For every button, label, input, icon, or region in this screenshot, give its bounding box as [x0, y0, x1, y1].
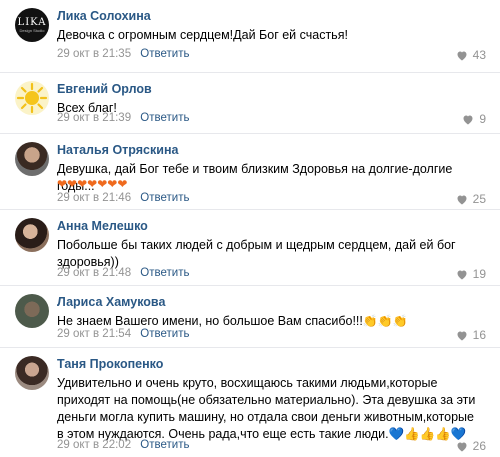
comment-time[interactable]: 29 окт в 22:02: [57, 439, 131, 451]
emoji-row: ❤❤❤❤❤❤❤: [57, 177, 127, 191]
heart-icon: [457, 331, 467, 340]
comment-time[interactable]: 29 окт в 21:46: [57, 192, 131, 204]
orange-heart-emojis: ❤❤❤❤❤❤❤: [57, 177, 128, 191]
reply-button[interactable]: Ответить: [140, 112, 189, 124]
like-count: 26: [472, 439, 486, 453]
comment-text: Побольше бы таких людей с добрым и щедры…: [57, 238, 456, 269]
comment-time[interactable]: 29 окт в 21:48: [57, 267, 131, 279]
comment-author[interactable]: Анна Мелешко: [57, 219, 148, 233]
comment-item: Наталья Отряскина Девушка, дай Бог тебе …: [0, 134, 500, 210]
like-button[interactable]: 43: [456, 48, 486, 62]
comment-meta: 29 окт в 21:54 Ответить: [57, 328, 189, 340]
comment-author[interactable]: Лика Солохина: [57, 9, 151, 23]
avatar[interactable]: [15, 218, 49, 252]
comment-meta: 29 окт в 21:35 Ответить: [57, 48, 189, 60]
comment-text: Девочка с огромным сердцем!Дай Бог ей сч…: [57, 28, 348, 42]
like-count: 43: [472, 48, 486, 62]
comment-author[interactable]: Евгений Орлов: [57, 82, 152, 96]
heart-icon: [463, 115, 473, 124]
like-count: 19: [472, 267, 486, 281]
reply-button[interactable]: Ответить: [140, 192, 189, 204]
heart-icon: [457, 442, 467, 451]
comment-meta: 29 окт в 21:39 Ответить: [57, 112, 189, 124]
comment-item: Анна Мелешко Побольше бы таких людей с д…: [0, 210, 500, 286]
comment-time[interactable]: 29 окт в 21:39: [57, 112, 131, 124]
like-count: 16: [472, 328, 486, 342]
comments-feed: LIKA Design Studio Лика Солохина Девочка…: [0, 0, 500, 457]
like-button[interactable]: 26: [456, 439, 486, 453]
comment-item: Таня Прокопенко Удивительно и очень крут…: [0, 348, 500, 457]
reply-button[interactable]: Ответить: [140, 48, 189, 60]
avatar-logo-subtext: Design Studio: [19, 27, 45, 33]
like-count: 25: [472, 192, 486, 206]
heart-icon: [457, 195, 467, 204]
like-button[interactable]: 16: [456, 328, 486, 342]
like-button[interactable]: 25: [456, 192, 486, 206]
comment-meta: 29 окт в 21:48 Ответить: [57, 267, 189, 279]
clap-emojis: 👏👏👏: [362, 314, 408, 328]
reply-button[interactable]: Ответить: [140, 328, 189, 340]
reply-button[interactable]: Ответить: [140, 267, 189, 279]
comment-meta: 29 окт в 22:02 Ответить: [57, 439, 189, 451]
avatar[interactable]: [15, 81, 49, 115]
comment-author[interactable]: Таня Прокопенко: [57, 357, 163, 371]
heart-icon: [457, 270, 467, 279]
comment-text-body: Не знаем Вашего имени, но большое Вам сп…: [57, 314, 363, 328]
avatar[interactable]: [15, 142, 49, 176]
comment-meta: 29 окт в 21:46 Ответить: [57, 192, 189, 204]
comment-time[interactable]: 29 окт в 21:35: [57, 48, 131, 60]
comment-item: LIKA Design Studio Лика Солохина Девочка…: [0, 0, 500, 73]
comment-author[interactable]: Наталья Отряскина: [57, 143, 178, 157]
comment-text: Удивительно и очень круто, восхищаюсь та…: [57, 375, 482, 443]
like-button[interactable]: 9: [462, 112, 486, 126]
sun-icon: [16, 82, 48, 114]
comment-author[interactable]: Лариса Хамукова: [57, 295, 165, 309]
heart-icon: [457, 51, 467, 60]
comment-item: Лариса Хамукова Не знаем Вашего имени, н…: [0, 286, 500, 348]
avatar-logo-text: LIKA: [17, 16, 47, 28]
avatar[interactable]: [15, 356, 49, 390]
comment-time[interactable]: 29 окт в 21:54: [57, 328, 131, 340]
like-button[interactable]: 19: [456, 267, 486, 281]
comment-item: Евгений Орлов Всех благ! 29 окт в 21:39 …: [0, 73, 500, 134]
avatar[interactable]: LIKA Design Studio: [15, 8, 49, 42]
reply-button[interactable]: Ответить: [140, 439, 189, 451]
avatar[interactable]: [15, 294, 49, 328]
like-count: 9: [479, 112, 486, 126]
